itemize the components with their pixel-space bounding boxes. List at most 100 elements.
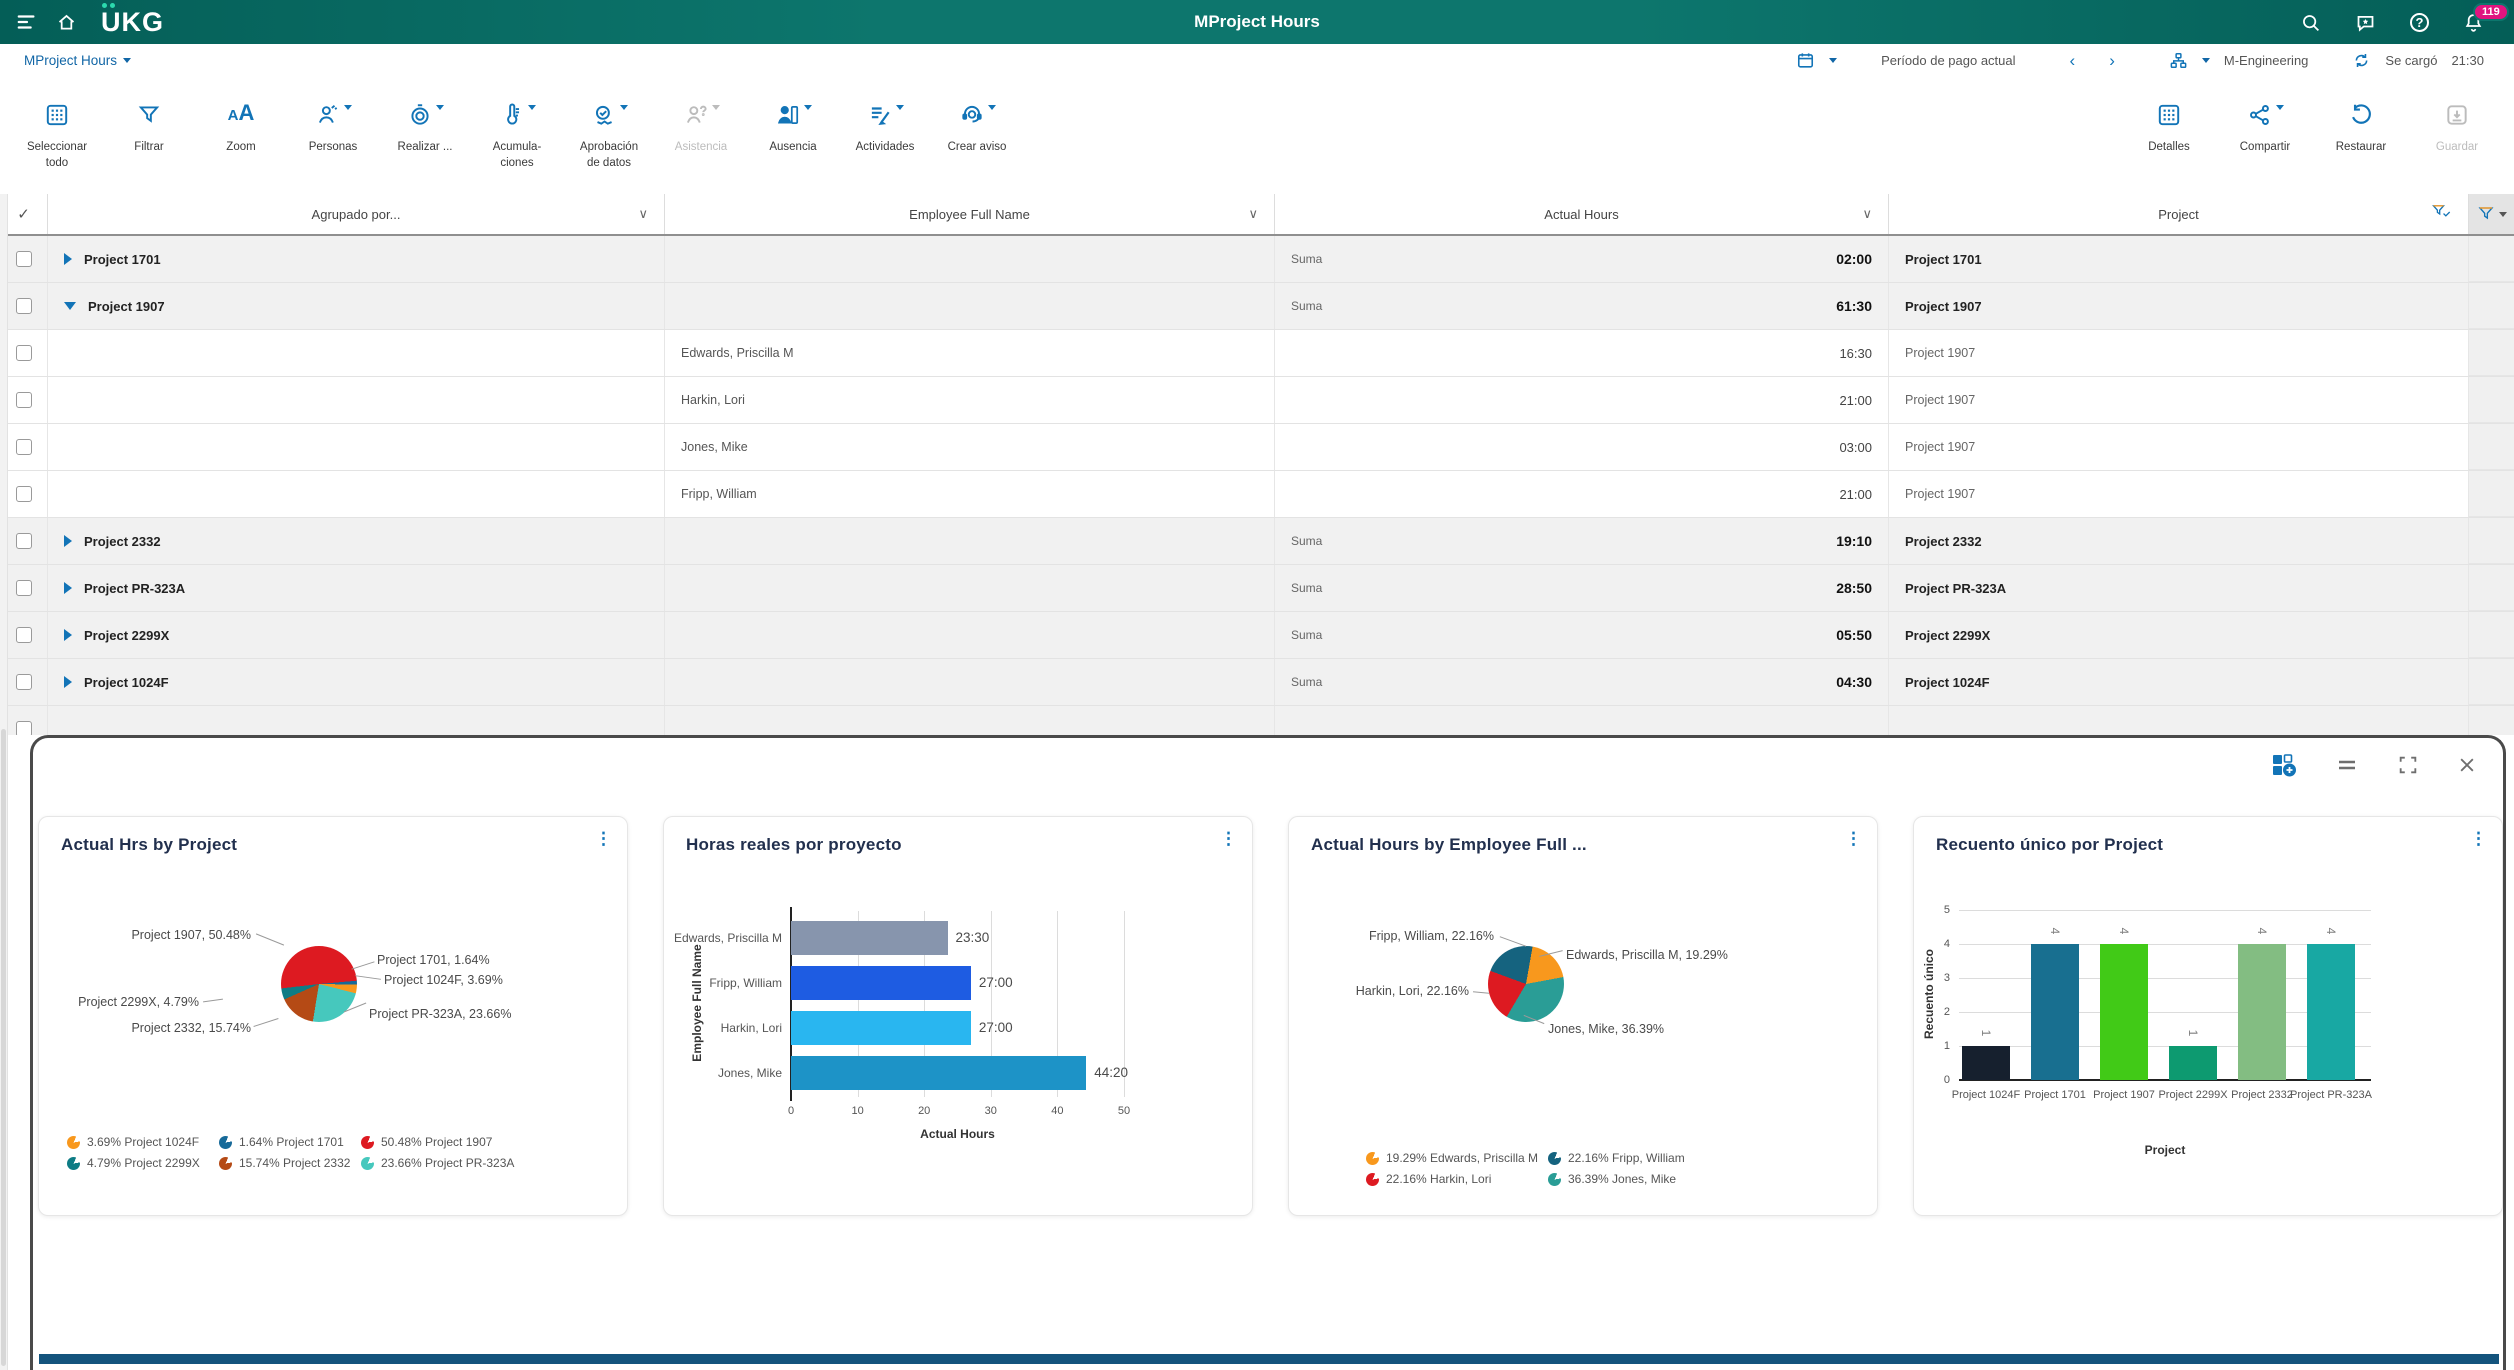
- notifications-icon[interactable]: 119: [2463, 12, 2484, 33]
- expand-arrow-icon[interactable]: [64, 535, 72, 547]
- chevron-down-icon[interactable]: ∨: [1248, 206, 1258, 222]
- zoom-button[interactable]: AA Zoom: [210, 102, 272, 171]
- hierarchy-caret[interactable]: [2202, 58, 2210, 63]
- accruals-button[interactable]: Acumula-ciones: [486, 102, 548, 171]
- bar: [2031, 944, 2079, 1080]
- header-employee-full-name[interactable]: Employee Full Name∨: [665, 194, 1275, 234]
- group-cell: Project 2299X: [48, 612, 665, 658]
- y-tick-label: 5: [1928, 904, 1950, 916]
- card-menu-kebab[interactable]: ⋮: [1220, 835, 1236, 843]
- attendance-button[interactable]: Asistencia: [670, 102, 732, 171]
- row-checkbox[interactable]: [16, 251, 32, 267]
- calendar-caret[interactable]: [1829, 58, 1837, 63]
- expand-arrow-icon[interactable]: [64, 676, 72, 688]
- home-icon[interactable]: [56, 12, 77, 33]
- row-checkbox[interactable]: [16, 439, 32, 455]
- legend-pie-icon: [1366, 1152, 1379, 1165]
- filter-menu-button[interactable]: [2469, 194, 2514, 234]
- legend-label: 3.69% Project 1024F: [87, 1135, 199, 1149]
- ukg-logo[interactable]: UKG: [101, 9, 164, 36]
- expand-arrow-icon[interactable]: [64, 253, 72, 265]
- add-widget-button[interactable]: [2271, 752, 2297, 778]
- table-row[interactable]: Edwards, Priscilla M16:30Project 1907: [0, 330, 2514, 377]
- group-name: Project 1024F: [84, 675, 169, 690]
- close-panel-button[interactable]: [2457, 755, 2477, 775]
- table-row[interactable]: Project 2332Suma19:10Project 2332: [0, 518, 2514, 565]
- row-checkbox[interactable]: [16, 392, 32, 408]
- calendar-icon[interactable]: [1796, 51, 1815, 70]
- legend-item: 4.79% Project 2299X: [67, 1156, 219, 1170]
- actual-hours-value: 61:30: [1836, 298, 1872, 314]
- card-menu-kebab[interactable]: ⋮: [595, 835, 611, 843]
- people-button[interactable]: Personas: [302, 102, 364, 171]
- activities-button[interactable]: Actividades: [854, 102, 916, 171]
- restore-button[interactable]: Restaurar: [2330, 102, 2392, 156]
- left-scrollbar[interactable]: [0, 194, 8, 1370]
- row-checkbox[interactable]: [16, 345, 32, 361]
- details-button[interactable]: Detalles: [2138, 102, 2200, 156]
- view-selector[interactable]: MProject Hours: [24, 53, 131, 68]
- collapse-arrow-icon[interactable]: [64, 302, 76, 310]
- row-checkbox[interactable]: [16, 533, 32, 549]
- row-checkbox[interactable]: [16, 674, 32, 690]
- row-checkbox[interactable]: [16, 486, 32, 502]
- y-category-label: Jones, Mike: [664, 1066, 782, 1080]
- next-period-chevron[interactable]: ›: [2099, 52, 2125, 69]
- table-row[interactable]: Project 1701Suma02:00Project 1701: [0, 236, 2514, 283]
- header-project[interactable]: Project: [1889, 194, 2469, 234]
- chevron-down-icon[interactable]: ∨: [638, 206, 648, 222]
- expand-arrow-icon[interactable]: [64, 629, 72, 641]
- chart-card-actual-hrs-by-project: Actual Hrs by Project ⋮ Project 1024F, 3…: [38, 816, 628, 1216]
- filter-gutter-cell: [2469, 377, 2514, 423]
- table-row[interactable]: Harkin, Lori21:00Project 1907: [0, 377, 2514, 424]
- card-menu-kebab[interactable]: ⋮: [1845, 835, 1861, 843]
- row-checkbox[interactable]: [16, 580, 32, 596]
- table-row[interactable]: Jones, Mike03:00Project 1907: [0, 424, 2514, 471]
- feedback-icon[interactable]: [2355, 12, 2376, 33]
- refresh-icon[interactable]: [2352, 51, 2371, 70]
- header-grouped-by[interactable]: Agrupado por...∨: [48, 194, 665, 234]
- table-row[interactable]: Project 1024FSuma04:30Project 1024F: [0, 659, 2514, 706]
- row-checkbox[interactable]: [16, 627, 32, 643]
- pie-slice-label: Project 1024F, 3.69%: [384, 973, 503, 987]
- filter-button[interactable]: Filtrar: [118, 102, 180, 171]
- pie-chart: Edwards, Priscilla M, 19.29%Fripp, Willi…: [1289, 873, 1877, 1215]
- table-row[interactable]: Project 1907Suma61:30Project 1907: [0, 283, 2514, 330]
- row-checkbox[interactable]: [16, 298, 32, 314]
- cell: [2469, 706, 2514, 735]
- data-approval-button[interactable]: Aprobaciónde datos: [578, 102, 640, 171]
- table-row[interactable]: Fripp, William21:00Project 1907: [0, 471, 2514, 518]
- chevron-down-icon[interactable]: ∨: [1862, 206, 1872, 222]
- resize-handle[interactable]: [2335, 755, 2359, 775]
- header-actual-hours[interactable]: Actual Hours∨: [1275, 194, 1889, 234]
- bar-value-label: 4: [2117, 924, 2131, 938]
- filter-gutter-cell: [2469, 471, 2514, 517]
- expand-arrow-icon[interactable]: [64, 582, 72, 594]
- absence-button[interactable]: Ausencia: [762, 102, 824, 171]
- project-filter-icon[interactable]: [2432, 204, 2452, 220]
- row-checkbox[interactable]: [16, 721, 32, 735]
- cell: [1275, 706, 1889, 735]
- share-button[interactable]: Compartir: [2234, 102, 2296, 156]
- create-notice-button[interactable]: Crear aviso: [946, 102, 1008, 171]
- help-icon[interactable]: ?: [2410, 13, 2429, 32]
- perform-button[interactable]: Realizar ...: [394, 102, 456, 171]
- select-all-button[interactable]: Seleccionartodo: [26, 102, 88, 171]
- table-row[interactable]: Project 2299XSuma05:50Project 2299X: [0, 612, 2514, 659]
- chart-card-recuento-unico: Recuento único por Project ⋮ 0123451Proj…: [1913, 816, 2503, 1216]
- prev-period-chevron[interactable]: ‹: [2060, 52, 2086, 69]
- search-icon[interactable]: [2300, 12, 2321, 33]
- expand-panel-button[interactable]: [2397, 754, 2419, 776]
- table-row[interactable]: Project PR-323ASuma28:50Project PR-323A: [0, 565, 2514, 612]
- employee-cell: [665, 659, 1275, 705]
- group-name: Project 1701: [84, 252, 161, 267]
- actual-hours-value: 21:00: [1839, 393, 1872, 408]
- hierarchy-icon[interactable]: [2169, 51, 2188, 70]
- actual-hours-value: 05:50: [1836, 627, 1872, 643]
- menu-icon[interactable]: [16, 11, 38, 33]
- card-menu-kebab[interactable]: ⋮: [2470, 835, 2486, 843]
- legend-item: 15.74% Project 2332: [219, 1156, 361, 1170]
- pie-slice-label: Project 2332, 15.74%: [39, 1021, 251, 1035]
- save-button[interactable]: Guardar: [2426, 102, 2488, 156]
- legend-item: 19.29% Edwards, Priscilla M: [1366, 1151, 1548, 1165]
